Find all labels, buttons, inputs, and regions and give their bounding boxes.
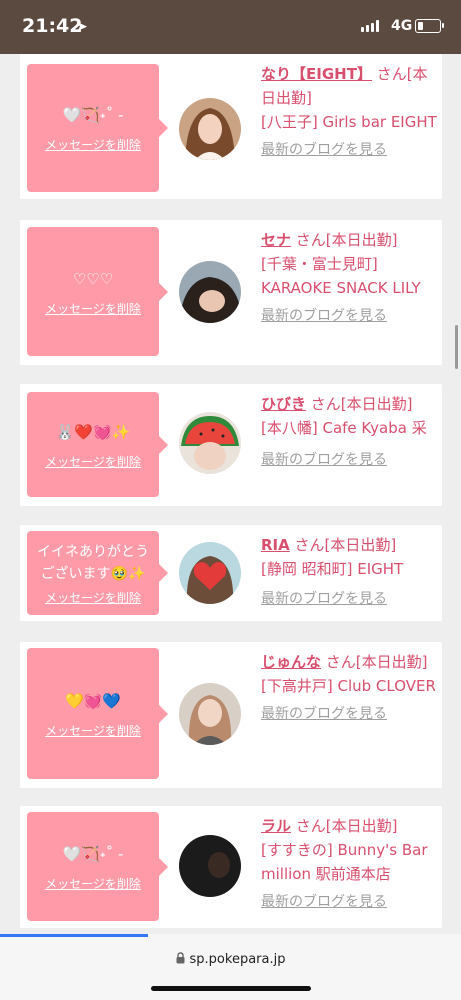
message-bubble: 💛💓💙 メッセージを削除 (27, 648, 168, 779)
cast-name-link[interactable]: ひびき (261, 395, 306, 413)
message-text: 🐰❤️💓✨ (55, 422, 131, 441)
cast-suffix: さん (306, 395, 341, 413)
cast-info: ラル さん[本日出勤] [すすきの] Bunny's Bar million 駅… (261, 814, 441, 914)
lock-icon (176, 952, 185, 968)
cast-header: じゅんな さん[本日出勤] (261, 650, 441, 674)
message-bubble: イイネありがとうございます🥹✨ メッセージを削除 (27, 531, 168, 615)
cast-name-link[interactable]: セナ (261, 231, 291, 249)
list-item: 🤍🏹˖˚ ‑ メッセージを削除 ラル さん[本日出勤] [すすきの] Bunny… (20, 806, 442, 928)
cast-suffix: さん (291, 231, 326, 249)
blog-link[interactable]: 最新のブログを見る (261, 304, 441, 328)
cast-header: なり【EIGHT】 さん[本日出勤] (261, 62, 441, 110)
delete-message-link[interactable]: メッセージを削除 (45, 722, 141, 739)
store-name: [静岡 昭和町] EIGHT (261, 560, 404, 578)
network-type: 4G (391, 18, 413, 34)
message-bubble: 🤍🏹˖˚ ‑ メッセージを削除 (27, 64, 168, 192)
cast-suffix: さん (289, 536, 325, 554)
location-arrow-icon: ➤ (76, 19, 88, 35)
blog-link[interactable]: 最新のブログを見る (261, 890, 441, 914)
blog-link[interactable]: 最新のブログを見る (261, 702, 441, 726)
cast-header: RIA さん[本日出勤] (261, 533, 441, 557)
cast-info: じゅんな さん[本日出勤] [下高井戸] Club CLOVER 最新のブログを… (261, 650, 441, 726)
cast-header: ラル さん[本日出勤] (261, 814, 441, 838)
cast-name-link[interactable]: なり【EIGHT】 (261, 65, 372, 83)
cast-suffix: さん (291, 817, 326, 835)
delete-message-link[interactable]: メッセージを削除 (45, 453, 141, 470)
address-bar[interactable]: sp.pokepara.jp (0, 952, 461, 968)
message-bubble: ♡♡♡ メッセージを削除 (27, 227, 168, 356)
message-text: イイネありがとうございます🥹✨ (37, 543, 149, 582)
cast-name-link[interactable]: じゅんな (261, 653, 321, 671)
list-item: 🐰❤️💓✨ メッセージを削除 ひびき さん[本日出勤] [本八幡] Cafe K… (20, 384, 442, 506)
work-status: [本日出勤] (324, 536, 397, 554)
avatar[interactable] (179, 542, 241, 604)
list-item: ♡♡♡ メッセージを削除 セナ さん[本日出勤] [千葉・富士見町] KARAO… (20, 220, 442, 365)
work-status: [本日出勤] (340, 395, 413, 413)
browser-bottom-bar: sp.pokepara.jp (0, 934, 461, 1000)
cast-name-link[interactable]: ラル (261, 817, 291, 835)
list-item: 🤍🏹˖˚ ‑ メッセージを削除 なり【EIGHT】 さん[本日出勤] [八王子]… (20, 54, 442, 199)
blog-link[interactable]: 最新のブログを見る (261, 138, 441, 162)
delete-message-link[interactable]: メッセージを削除 (45, 589, 141, 606)
avatar[interactable] (179, 261, 241, 323)
delete-message-link[interactable]: メッセージを削除 (45, 300, 141, 317)
cast-header: セナ さん[本日出勤] (261, 228, 441, 252)
work-status: [本日出勤] (325, 817, 398, 835)
home-indicator[interactable] (151, 986, 311, 991)
cast-info: なり【EIGHT】 さん[本日出勤] [八王子] Girls bar EIGHT… (261, 62, 441, 162)
message-text: 💛💓💙 (64, 691, 122, 710)
list-item: 💛💓💙 メッセージを削除 じゅんな さん[本日出勤] [下高井戸] Club C… (20, 642, 442, 788)
message-text: 🤍🏹˖˚ ‑ (62, 844, 124, 863)
store-name: [八王子] Girls bar EIGHT (261, 113, 437, 131)
blog-link[interactable]: 最新のブログを見る (261, 448, 441, 472)
avatar[interactable] (179, 412, 241, 474)
store-name: [すすきの] Bunny's Bar million 駅前通本店 (261, 841, 428, 883)
avatar[interactable] (179, 835, 241, 897)
message-text: 🤍🏹˖˚ ‑ (62, 106, 124, 124)
cast-info: セナ さん[本日出勤] [千葉・富士見町] KARAOKE SNACK LILY… (261, 228, 441, 328)
message-bubble: 🤍🏹˖˚ ‑ メッセージを削除 (27, 812, 168, 921)
load-progress-bar (0, 934, 148, 937)
battery-level (418, 22, 423, 30)
battery-tip (442, 23, 444, 28)
store-name: [千葉・富士見町] KARAOKE SNACK LILY (261, 255, 421, 297)
avatar[interactable] (179, 683, 241, 745)
cast-header: ひびき さん[本日出勤] (261, 392, 441, 416)
cast-info: RIA さん[本日出勤] [静岡 昭和町] EIGHT 最新のブログを見る (261, 533, 441, 611)
battery-icon (415, 19, 441, 33)
list-item: イイネありがとうございます🥹✨ メッセージを削除 RIA さん[本日出勤] [静… (20, 525, 442, 621)
status-time: 21:42 (22, 15, 83, 37)
message-list[interactable]: 🤍🏹˖˚ ‑ メッセージを削除 なり【EIGHT】 さん[本日出勤] [八王子]… (0, 54, 461, 934)
work-status: [本日出勤] (355, 653, 428, 671)
url-text: sp.pokepara.jp (189, 952, 286, 967)
blog-link[interactable]: 最新のブログを見る (261, 587, 441, 611)
cast-name-link[interactable]: RIA (261, 536, 290, 554)
store-name: [下高井戸] Club CLOVER (261, 677, 436, 695)
work-status: [本日出勤] (325, 231, 398, 249)
message-bubble: 🐰❤️💓✨ メッセージを削除 (27, 392, 168, 497)
delete-message-link[interactable]: メッセージを削除 (45, 136, 141, 153)
message-text: ♡♡♡ (72, 269, 114, 288)
cast-suffix: さん (371, 65, 407, 83)
cast-info: ひびき さん[本日出勤] [本八幡] Cafe Kyaba 采 最新のブログを見… (261, 392, 441, 472)
status-bar: 21:42 ➤ 4G (0, 0, 461, 54)
store-name: [本八幡] Cafe Kyaba 采 (261, 419, 427, 437)
delete-message-link[interactable]: メッセージを削除 (45, 875, 141, 892)
scroll-indicator[interactable] (455, 325, 458, 369)
cast-suffix: さん (321, 653, 356, 671)
avatar[interactable] (179, 98, 241, 160)
